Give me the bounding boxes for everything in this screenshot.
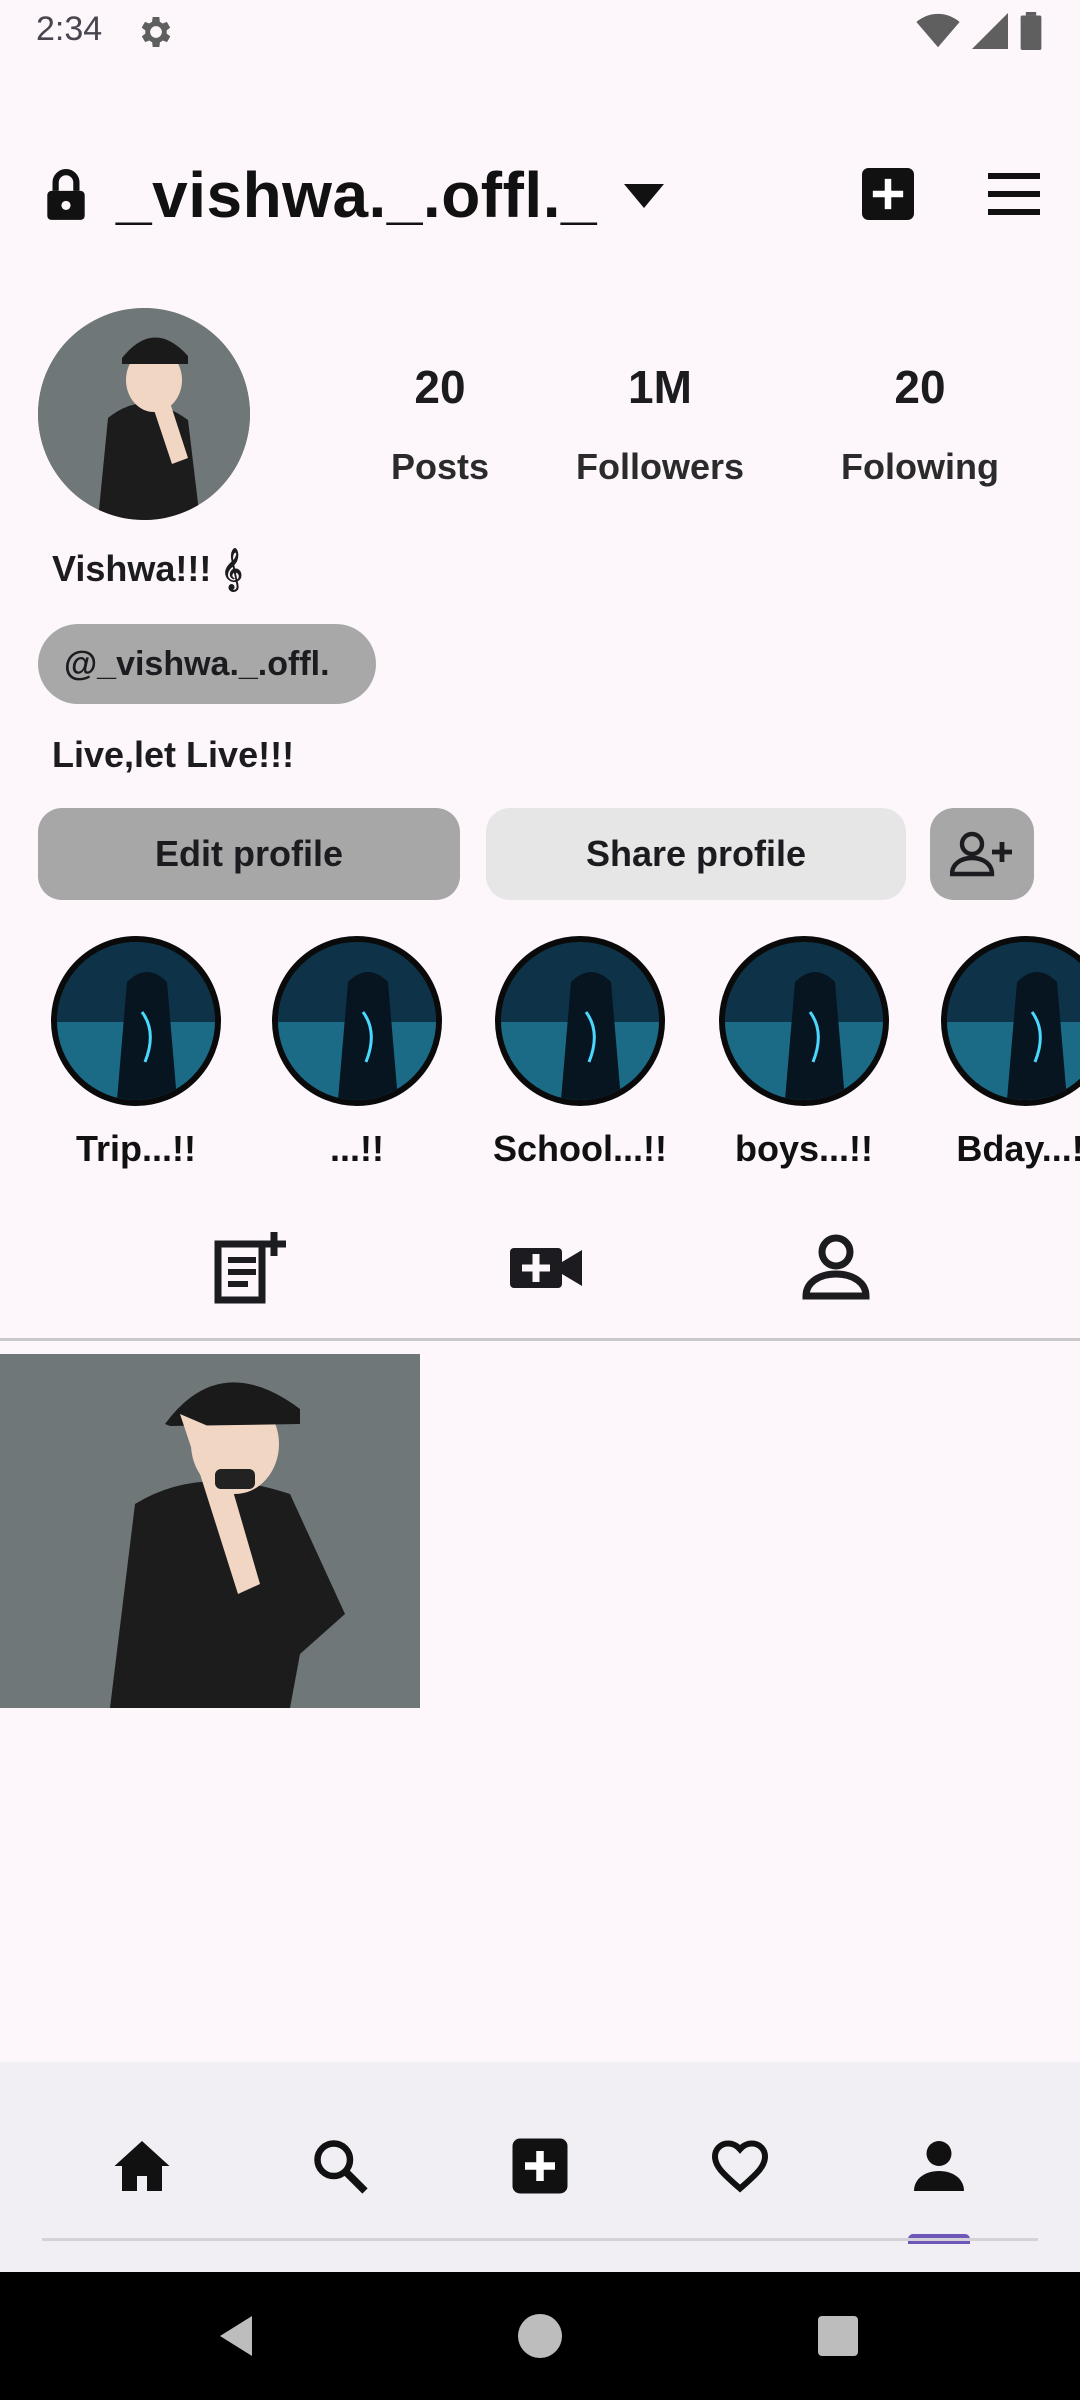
highlight-item[interactable]: boys...!! bbox=[704, 936, 904, 1170]
battery-icon bbox=[1020, 12, 1042, 50]
menu-icon[interactable] bbox=[988, 172, 1040, 216]
add-box-icon[interactable] bbox=[862, 168, 914, 220]
recents-icon[interactable] bbox=[814, 2312, 862, 2360]
highlight-thumbnail bbox=[272, 936, 442, 1106]
lock-icon bbox=[47, 169, 85, 220]
highlight-item[interactable]: Bday...!! bbox=[926, 936, 1080, 1170]
nav-divider bbox=[42, 2238, 1038, 2241]
highlight-thumbnail bbox=[719, 936, 889, 1106]
highlight-label: School...!! bbox=[493, 1128, 667, 1169]
highlight-thumbnail bbox=[941, 936, 1080, 1106]
handle-chip[interactable]: @_vishwa._.offl. bbox=[38, 624, 376, 704]
profile-icon[interactable] bbox=[909, 2136, 969, 2196]
system-navigation-bar bbox=[0, 2272, 1080, 2400]
avatar[interactable] bbox=[38, 308, 250, 520]
top-bar: _vishwa._.offl._ bbox=[0, 150, 1080, 240]
add-user-button[interactable] bbox=[930, 808, 1034, 900]
stat-following[interactable]: 20 Folowing bbox=[820, 360, 1020, 488]
status-time: 2:34 bbox=[36, 10, 103, 48]
bio: Live,let Live!!! bbox=[52, 734, 295, 775]
highlight-item[interactable]: Trip...!! bbox=[36, 936, 236, 1170]
bottom-navigation bbox=[0, 2062, 1080, 2272]
highlight-thumbnail bbox=[495, 936, 665, 1106]
stat-posts[interactable]: 20 Posts bbox=[360, 360, 520, 488]
stat-value: 20 bbox=[414, 361, 466, 413]
highlight-label: Bday...!! bbox=[956, 1128, 1080, 1169]
person-add-icon bbox=[949, 831, 1012, 877]
stat-label: Posts bbox=[390, 446, 490, 487]
post-thumbnail bbox=[0, 1354, 420, 1708]
tagged-person-icon[interactable] bbox=[796, 1228, 876, 1308]
signal-icon bbox=[972, 13, 1008, 49]
avatar-illustration bbox=[38, 308, 250, 520]
account-username[interactable]: _vishwa._.offl._ bbox=[116, 158, 597, 232]
display-name: Vishwa!!! 𝄞 bbox=[52, 548, 243, 589]
heart-icon[interactable] bbox=[710, 2136, 770, 2196]
gear-icon bbox=[141, 17, 171, 47]
highlight-thumbnail bbox=[51, 936, 221, 1106]
highlight-label: boys...!! bbox=[734, 1128, 873, 1169]
wifi-icon bbox=[916, 13, 960, 48]
back-icon[interactable] bbox=[212, 2312, 260, 2360]
chevron-down-icon[interactable] bbox=[624, 184, 664, 208]
home-icon[interactable] bbox=[112, 2136, 172, 2196]
add-box-icon[interactable] bbox=[510, 2136, 570, 2196]
highlight-label: Trip...!! bbox=[76, 1128, 196, 1169]
profile-tabs bbox=[0, 1222, 1080, 1340]
stat-value: 1M bbox=[628, 361, 692, 413]
stat-value: 20 bbox=[894, 361, 946, 413]
status-bar: 2:34 bbox=[0, 0, 1080, 64]
profile-stats: 20 Posts 1M Followers 20 Folowing bbox=[360, 360, 1040, 500]
video-add-icon[interactable] bbox=[506, 1228, 586, 1308]
stat-label: Folowing bbox=[841, 446, 999, 487]
story-highlights: Trip...!! ...!! School...!! boys...!! Bd… bbox=[0, 936, 1080, 1186]
highlight-label: ...!! bbox=[330, 1128, 384, 1169]
home-circle-icon[interactable] bbox=[516, 2312, 564, 2360]
post-add-icon[interactable] bbox=[210, 1228, 290, 1308]
highlight-item[interactable]: ...!! bbox=[257, 936, 457, 1170]
grid-post[interactable] bbox=[0, 1354, 420, 1708]
share-profile-button[interactable]: Share profile bbox=[486, 808, 906, 900]
tab-divider bbox=[0, 1338, 1080, 1341]
highlight-item[interactable]: School...!! bbox=[480, 936, 680, 1170]
stat-label: Followers bbox=[575, 446, 745, 487]
search-icon[interactable] bbox=[310, 2136, 370, 2196]
stat-followers[interactable]: 1M Followers bbox=[560, 360, 760, 488]
edit-profile-button[interactable]: Edit profile bbox=[38, 808, 460, 900]
